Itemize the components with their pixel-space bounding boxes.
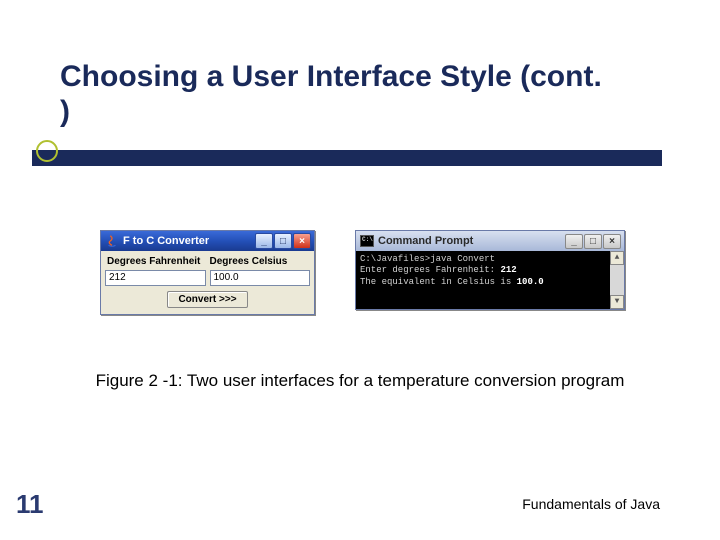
- footer-text: Fundamentals of Java: [522, 496, 660, 512]
- console-line-3: The equivalent in Celsius is 100.0: [360, 277, 604, 288]
- gui-window-title: F to C Converter: [123, 235, 255, 247]
- gui-window-buttons: _ □ ×: [255, 233, 311, 249]
- gui-titlebar: F to C Converter _ □ ×: [101, 231, 314, 251]
- console-output: C:\Javafiles>java Convert Enter degrees …: [360, 254, 620, 288]
- console-line-1: C:\Javafiles>java Convert: [360, 254, 604, 265]
- minimize-button[interactable]: _: [565, 234, 583, 249]
- label-celsius: Degrees Celsius: [208, 254, 311, 269]
- label-fahrenheit: Degrees Fahrenheit: [105, 254, 208, 269]
- page-number: 11: [16, 489, 44, 520]
- close-button[interactable]: ×: [603, 234, 621, 249]
- input-fahrenheit[interactable]: 212: [105, 270, 206, 286]
- console-window: Command Prompt _ □ × C:\Javafiles>java C…: [355, 230, 625, 310]
- figure-row: F to C Converter _ □ × Degrees Fahrenhei…: [100, 230, 625, 315]
- gui-window: F to C Converter _ □ × Degrees Fahrenhei…: [100, 230, 315, 315]
- scroll-up-icon[interactable]: ▲: [610, 251, 624, 265]
- console-line-2: Enter degrees Fahrenheit: 212: [360, 265, 604, 276]
- console-scrollbar[interactable]: ▲ ▼: [610, 251, 624, 309]
- console-body[interactable]: C:\Javafiles>java Convert Enter degrees …: [356, 251, 624, 309]
- console-titlebar: Command Prompt _ □ ×: [356, 231, 624, 251]
- figure-caption: Figure 2 -1: Two user interfaces for a t…: [0, 370, 720, 393]
- slide-title: Choosing a User Interface Style (cont. ): [60, 60, 620, 129]
- minimize-button[interactable]: _: [255, 233, 273, 249]
- close-button[interactable]: ×: [293, 233, 311, 249]
- maximize-button[interactable]: □: [274, 233, 292, 249]
- gui-window-body: Degrees Fahrenheit Degrees Celsius 212 1…: [101, 251, 314, 314]
- title-underline: [32, 150, 662, 166]
- command-prompt-icon: [360, 235, 374, 247]
- output-celsius: 100.0: [210, 270, 311, 286]
- title-bullet-decoration: [36, 140, 58, 162]
- maximize-button[interactable]: □: [584, 234, 602, 249]
- console-window-title: Command Prompt: [378, 235, 565, 247]
- scroll-down-icon[interactable]: ▼: [610, 295, 624, 309]
- java-icon: [105, 234, 119, 248]
- convert-button[interactable]: Convert >>>: [167, 291, 247, 308]
- console-window-buttons: _ □ ×: [565, 234, 621, 249]
